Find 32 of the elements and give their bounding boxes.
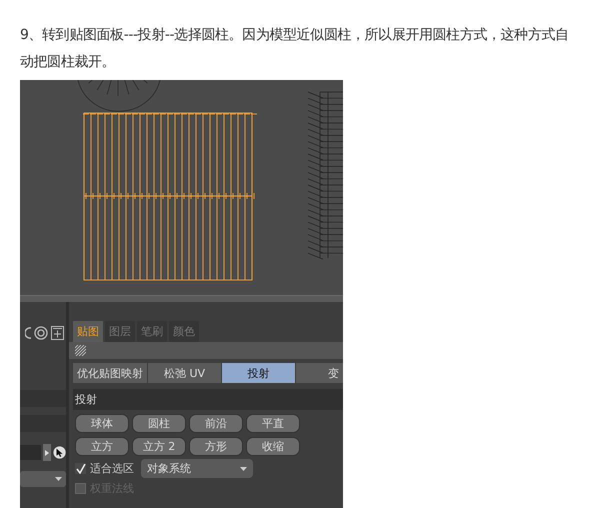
input-field[interactable] (20, 390, 66, 407)
number-field[interactable] (20, 445, 41, 460)
mode-tab[interactable]: 投射 (222, 363, 295, 383)
input-field[interactable] (20, 415, 66, 432)
plus-box-icon[interactable] (51, 326, 64, 340)
mode-tab[interactable]: 松弛 UV (148, 363, 221, 383)
projection-button[interactable]: 前沿 (189, 414, 243, 433)
mode-tab[interactable]: 变 (296, 363, 343, 383)
projection-button[interactable]: 平直 (246, 414, 300, 433)
stepper-button[interactable] (43, 444, 51, 461)
triangle-icon (44, 450, 49, 456)
projection-button[interactable]: 圆柱 (132, 414, 186, 433)
target-icon[interactable] (34, 326, 48, 340)
panel-tab[interactable]: 笔刷 (137, 321, 167, 342)
pointer-icon[interactable] (52, 445, 66, 460)
caret-icon (55, 477, 62, 481)
panel-tab[interactable]: 贴图 (73, 321, 103, 342)
projection-button[interactable]: 立方 (75, 437, 129, 456)
projection-button[interactable]: 球体 (75, 414, 129, 433)
section-header: 投射 (73, 389, 343, 410)
instruction-text: 9、转到贴图面板---投射--选择圆柱。因为模型近似圆柱，所以展开用圆柱方式，这种方式自动把圆柱裁开。 (19, 26, 570, 72)
caret-icon (240, 466, 247, 470)
panel-tab[interactable]: 图层 (105, 321, 135, 342)
projection-button[interactable]: 立方 2 (132, 437, 186, 456)
mode-tab[interactable]: 优化贴图映射 (73, 363, 147, 383)
system-dropdown[interactable]: 对象系统 (141, 459, 253, 478)
checkbox-label: 适合选区 (90, 461, 134, 476)
panel-tab[interactable]: 颜色 (169, 321, 199, 342)
projection-button[interactable]: 收缩 (246, 437, 300, 456)
grip-icon[interactable] (75, 345, 86, 356)
projection-button[interactable]: 方形 (189, 437, 243, 456)
curve-icon[interactable] (25, 326, 31, 340)
